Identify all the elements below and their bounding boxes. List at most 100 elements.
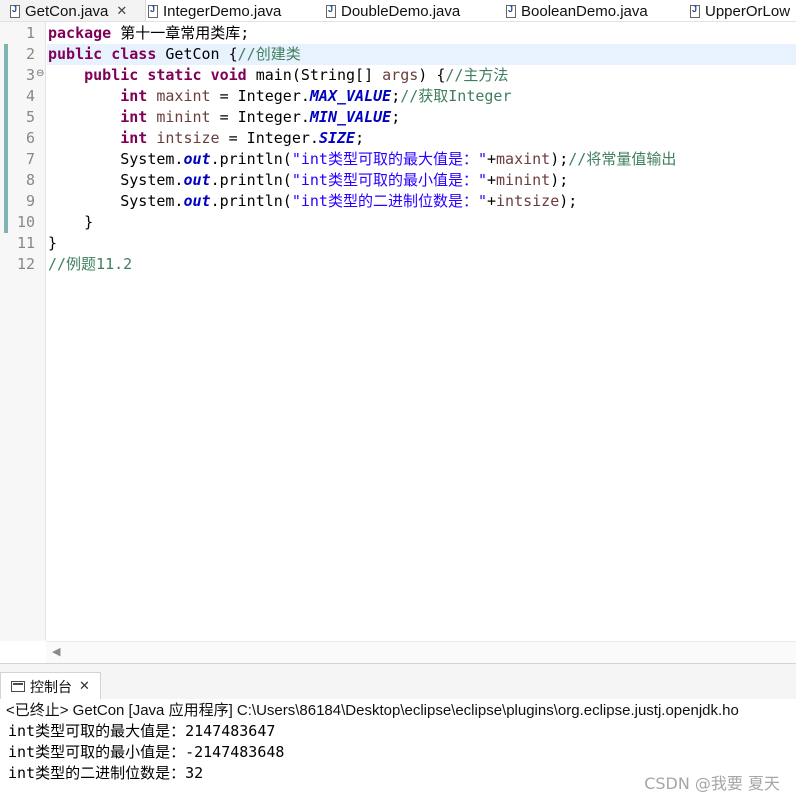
java-file-icon xyxy=(326,4,336,18)
code-token: public xyxy=(48,45,103,63)
code-token: minint xyxy=(156,108,211,126)
code-token: .println( xyxy=(210,171,292,189)
code-token: int xyxy=(120,87,148,105)
code-token: System. xyxy=(48,150,184,168)
line-number: 1 xyxy=(25,24,35,42)
code-line: public class GetCon {//创建类 xyxy=(48,44,301,65)
code-token: minint xyxy=(496,171,551,189)
code-token: maxint xyxy=(496,150,551,168)
line-number: 7 xyxy=(25,150,35,168)
code-token: //获取Integer xyxy=(400,87,512,105)
console-view-header: 控制台 ✕ xyxy=(0,663,796,700)
console-process-header: <已终止> GetCon [Java 应用程序] C:\Users\86184\… xyxy=(6,702,739,719)
code-token: .println( xyxy=(210,150,292,168)
editor-tab-bar: GetCon.java ✕ IntegerDemo.java DoubleDem… xyxy=(0,0,796,22)
code-token: + xyxy=(487,171,497,189)
code-token: "int类型可取的最大值是：" xyxy=(291,150,487,168)
line-number: 3 xyxy=(25,66,35,84)
code-line: } xyxy=(48,233,57,254)
code-line: System.out.println("int类型可取的最小值是："+minin… xyxy=(48,170,568,191)
code-token: intsize xyxy=(156,129,220,147)
java-file-icon xyxy=(148,4,158,18)
line-number: 2 xyxy=(25,45,35,63)
code-token: MAX_VALUE xyxy=(309,87,392,105)
code-token: //主方法 xyxy=(445,66,509,84)
code-token: public xyxy=(84,66,139,84)
code-token: GetCon { xyxy=(156,45,238,63)
console-tab-label: 控制台 xyxy=(30,679,72,696)
console-output-line: int类型可取的最大值是：2147483647 xyxy=(8,722,276,740)
line-number: 11 xyxy=(16,234,35,252)
code-line: } xyxy=(48,212,93,233)
code-token: System. xyxy=(48,171,184,189)
code-token: out xyxy=(183,150,211,168)
code-line: //例题11.2 xyxy=(48,254,132,275)
code-token: ; xyxy=(391,108,401,126)
code-token: = Integer. xyxy=(210,87,310,105)
code-line: package 第十一章常用类库; xyxy=(48,23,249,44)
close-icon[interactable]: ✕ xyxy=(79,679,90,694)
code-token: .println( xyxy=(210,192,292,210)
console-icon xyxy=(11,681,25,692)
tab-label: DoubleDemo.java xyxy=(341,2,461,20)
code-token: //创建类 xyxy=(237,45,301,63)
tab-console[interactable]: 控制台 ✕ xyxy=(0,672,101,700)
tab-getcon-java[interactable]: GetCon.java ✕ xyxy=(0,0,146,21)
line-number: 4 xyxy=(25,87,35,105)
code-token: MIN_VALUE xyxy=(309,108,392,126)
code-token: static xyxy=(147,66,202,84)
line-number: 12 xyxy=(16,255,35,273)
csdn-watermark: CSDN @我要 夏天 xyxy=(644,774,780,793)
tab-doubledemo-java[interactable]: DoubleDemo.java xyxy=(326,0,461,21)
code-token: } xyxy=(48,213,94,231)
tab-label: UpperOrLow xyxy=(705,2,791,20)
code-token: main(String[] xyxy=(246,66,383,84)
line-number: 5 xyxy=(25,108,35,126)
code-token: //例题11.2 xyxy=(48,255,133,273)
code-token: "int类型可取的最小值是：" xyxy=(291,171,487,189)
code-token: + xyxy=(487,150,497,168)
java-file-icon xyxy=(10,4,20,18)
tab-label: GetCon.java xyxy=(25,2,109,20)
scroll-left-icon[interactable]: ◀ xyxy=(52,645,60,658)
line-number: 10 xyxy=(16,213,35,231)
console-output-line: int类型可取的最小值是：-2147483648 xyxy=(8,743,285,761)
code-token: 第十一章常用类库; xyxy=(111,24,250,42)
horizontal-scrollbar[interactable]: ◀ xyxy=(46,641,796,663)
tab-label: IntegerDemo.java xyxy=(163,2,282,20)
code-token: } xyxy=(48,234,58,252)
code-token: out xyxy=(183,192,211,210)
code-token: //将常量值输出 xyxy=(568,150,677,168)
code-token: System. xyxy=(48,192,184,210)
code-editor[interactable]: ⊖ 1 2 3 4 5 6 7 8 9 10 11 12 package 第十一章常用类库; publi… xyxy=(0,22,796,663)
fold-collapse-icon[interactable]: ⊖ xyxy=(36,68,44,79)
code-token: ; xyxy=(391,87,401,105)
code-line: public static void main(String[] args) {… xyxy=(48,65,508,86)
code-token: + xyxy=(487,192,497,210)
code-token: ) { xyxy=(418,66,446,84)
tab-label: BooleanDemo.java xyxy=(521,2,648,20)
code-token: ); xyxy=(550,171,569,189)
code-line: int intsize = Integer.SIZE; xyxy=(48,128,364,149)
line-number: 9 xyxy=(25,192,35,210)
line-number: 8 xyxy=(25,171,35,189)
code-token: ; xyxy=(355,129,365,147)
code-token: args xyxy=(382,66,419,84)
line-number-gutter: ⊖ 1 2 3 4 5 6 7 8 9 10 11 12 xyxy=(0,22,46,641)
java-file-icon xyxy=(690,4,700,18)
code-token: = Integer. xyxy=(210,108,310,126)
console-output-line: int类型的二进制位数是：32 xyxy=(8,764,204,782)
code-token: "int类型的二进制位数是：" xyxy=(291,192,487,210)
line-number: 6 xyxy=(25,129,35,147)
code-token: ); xyxy=(550,150,569,168)
tab-integerdemo-java[interactable]: IntegerDemo.java xyxy=(148,0,282,21)
close-icon[interactable]: ✕ xyxy=(116,3,127,19)
tab-booleandemo-java[interactable]: BooleanDemo.java xyxy=(506,0,648,21)
tab-upperorlow[interactable]: UpperOrLow xyxy=(690,0,791,21)
